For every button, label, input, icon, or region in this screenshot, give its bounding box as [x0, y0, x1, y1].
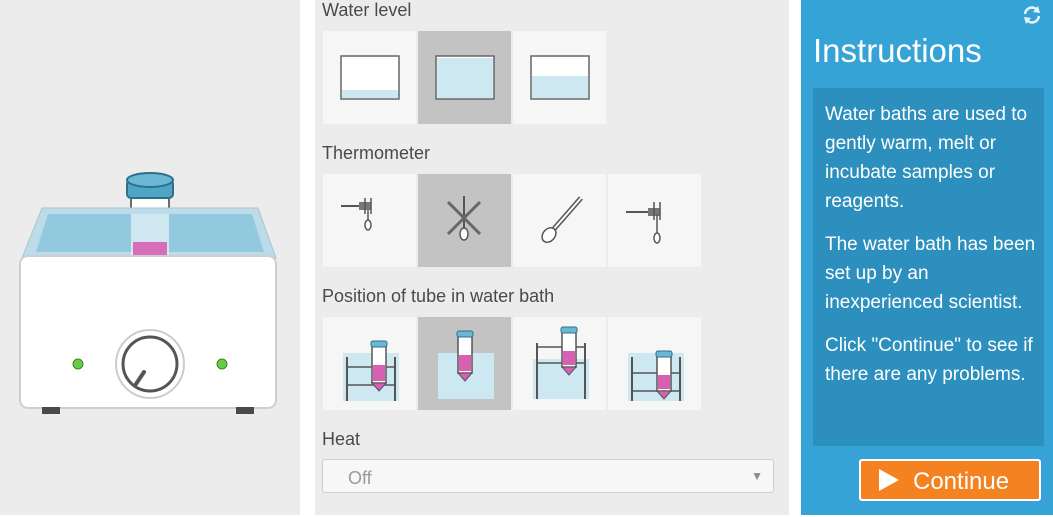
thermometer-clamped-short-option[interactable]	[323, 174, 416, 267]
left-indicator-light	[72, 358, 84, 370]
water-level-low-icon	[340, 55, 400, 100]
no-thermometer-option[interactable]	[418, 174, 511, 267]
thermometer-options	[323, 174, 701, 267]
tube-in-rack-low-option[interactable]	[608, 317, 701, 410]
thermometer-loose-option[interactable]	[513, 174, 606, 267]
water-bath-scene	[0, 0, 300, 515]
continue-button-label: Continue	[913, 468, 1010, 495]
water-level-medium-option[interactable]	[418, 31, 511, 124]
tube-raised-above-rack-option[interactable]	[513, 317, 606, 410]
heat-select-value: Off	[348, 468, 372, 488]
settings-panel: Water level Thermometer Position of tube…	[315, 0, 789, 515]
water-level-low-option[interactable]	[323, 31, 416, 124]
instruction-paragraph: Click "Continue" to see if there are any…	[825, 335, 1033, 385]
instruction-paragraph: Water baths are used to gently warm, mel…	[825, 104, 1028, 212]
tube-in-rack-high-icon	[343, 340, 399, 401]
tube-position-options	[323, 317, 701, 410]
water-bath-illustration	[19, 172, 277, 414]
right-indicator-light	[216, 358, 228, 370]
instruction-paragraph: The water bath has been set up by an ine…	[825, 234, 1036, 313]
tube-floating-icon	[438, 330, 494, 399]
water-level-options	[323, 31, 606, 124]
water-level-title: Water level	[322, 0, 412, 20]
thermometer-clamped-deep-icon	[626, 202, 661, 244]
no-thermometer-icon	[446, 196, 482, 241]
water-level-high-option[interactable]	[513, 31, 606, 124]
refresh-icon[interactable]	[1021, 4, 1043, 26]
thermometer-title: Thermometer	[322, 143, 431, 163]
water-level-high-icon	[530, 55, 590, 100]
tube-in-rack-high-option[interactable]	[323, 317, 416, 410]
tube-floating-option[interactable]	[418, 317, 511, 410]
heat-dial[interactable]	[115, 329, 185, 399]
water-level-medium-icon	[435, 55, 495, 100]
instructions-text-box: Water baths are used to gently warm, mel…	[813, 88, 1044, 446]
tube-in-rack-low-icon	[628, 350, 684, 401]
heat-select[interactable]: Off ▼	[322, 459, 774, 493]
tube-position-title: Position of tube in water bath	[322, 286, 555, 306]
tube-raised-above-rack-icon	[533, 326, 589, 399]
thermometer-clamped-short-icon	[341, 198, 372, 231]
thermometer-clamped-deep-option[interactable]	[608, 174, 701, 267]
instructions-panel: Instructions Water baths are used to gen…	[801, 0, 1053, 515]
thermometer-loose-icon	[541, 196, 583, 243]
heat-title: Heat	[322, 429, 361, 449]
chevron-down-icon: ▼	[751, 469, 763, 483]
play-icon	[879, 469, 899, 491]
continue-button[interactable]: Continue	[859, 459, 1041, 501]
instructions-title: Instructions	[813, 32, 982, 69]
